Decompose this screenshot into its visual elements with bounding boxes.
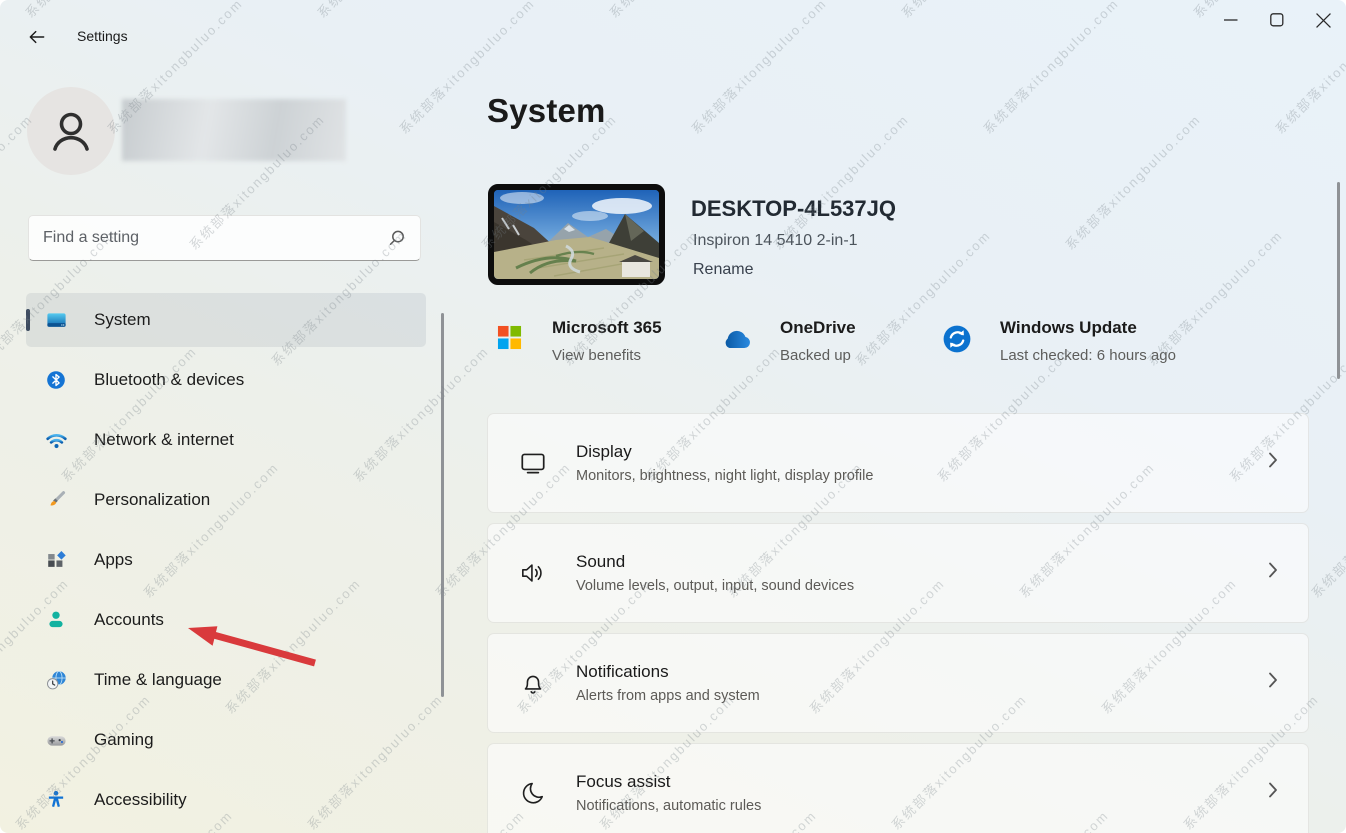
microsoft-365-badge[interactable]: Microsoft 365 View benefits xyxy=(497,318,662,364)
device-thumbnail xyxy=(488,184,665,285)
focus-assist-card[interactable]: Focus assist Notifications, automatic ru… xyxy=(487,743,1309,833)
apps-icon xyxy=(44,548,68,572)
sidebar-item-label: Time & language xyxy=(94,670,222,690)
device-model: Inspiron 14 5410 2-in-1 xyxy=(693,232,858,250)
sidebar-item-accessibility[interactable]: Accessibility xyxy=(26,773,426,827)
app-title: Settings xyxy=(77,28,128,44)
card-title: Sound xyxy=(576,552,854,572)
search-input[interactable] xyxy=(29,229,388,247)
device-name: DESKTOP-4L537JQ xyxy=(691,196,896,222)
avatar xyxy=(27,87,115,175)
bluetooth-icon xyxy=(44,368,68,392)
chevron-right-icon xyxy=(1268,562,1278,583)
badge-subtitle: Backed up xyxy=(780,347,856,364)
badge-title: Windows Update xyxy=(1000,318,1176,338)
sidebar-nav: System Bluetooth & devices Network & xyxy=(26,293,426,833)
card-title: Display xyxy=(576,442,873,462)
personalization-icon xyxy=(44,488,68,512)
sidebar-item-label: Gaming xyxy=(94,730,154,750)
onedrive-badge[interactable]: OneDrive Backed up xyxy=(718,318,856,364)
window-controls xyxy=(1208,0,1346,46)
network-icon xyxy=(44,428,68,452)
watermark-text: 系统部落xitongbuluo.com xyxy=(978,0,1122,138)
close-icon xyxy=(1316,13,1331,28)
sidebar-item-label: Network & internet xyxy=(94,430,234,450)
watermark-text: 系统部落xitongbuluo.com xyxy=(20,0,164,22)
watermark-text: 系统部落xitongbuluo.com xyxy=(312,0,456,22)
watermark-text: 系统部落xitongbuluo.com xyxy=(1306,457,1346,601)
notifications-card[interactable]: Notifications Alerts from apps and syste… xyxy=(487,633,1309,733)
badge-subtitle: Last checked: 6 hours ago xyxy=(1000,347,1176,364)
accounts-icon xyxy=(44,608,68,632)
display-card[interactable]: Display Monitors, brightness, night ligh… xyxy=(487,413,1309,513)
card-subtitle: Notifications, automatic rules xyxy=(576,798,761,814)
chevron-right-icon xyxy=(1268,452,1278,473)
sidebar-scrollbar[interactable] xyxy=(441,313,444,697)
settings-window: Settings xyxy=(0,0,1346,833)
card-subtitle: Monitors, brightness, night light, displ… xyxy=(576,468,873,484)
watermark-text: 系统部落xitongbuluo.com xyxy=(896,0,1040,22)
sound-card[interactable]: Sound Volume levels, output, input, soun… xyxy=(487,523,1309,623)
sidebar-item-network-internet[interactable]: Network & internet xyxy=(26,413,426,467)
card-title: Focus assist xyxy=(576,772,761,792)
page-title: System xyxy=(487,92,606,130)
sidebar-item-bluetooth-devices[interactable]: Bluetooth & devices xyxy=(26,353,426,407)
badge-title: Microsoft 365 xyxy=(552,318,662,338)
microsoft-365-icon xyxy=(497,325,522,350)
system-icon xyxy=(44,308,68,332)
back-arrow-icon xyxy=(27,27,47,47)
watermark-text: 系统部落xitongbuluo.com xyxy=(604,0,748,22)
back-button[interactable] xyxy=(24,24,50,50)
chevron-right-icon xyxy=(1268,782,1278,803)
minimize-button[interactable] xyxy=(1208,0,1254,40)
card-subtitle: Volume levels, output, input, sound devi… xyxy=(576,578,854,594)
watermark-text: 系统部落xitongbuluo.com xyxy=(1060,109,1204,253)
sidebar-item-label: Accessibility xyxy=(94,790,187,810)
time-language-icon xyxy=(44,668,68,692)
card-title: Notifications xyxy=(576,662,760,682)
sidebar-item-label: Bluetooth & devices xyxy=(94,370,244,390)
sound-icon xyxy=(518,558,548,588)
chevron-right-icon xyxy=(1268,672,1278,693)
user-name-redacted xyxy=(122,99,346,161)
close-button[interactable] xyxy=(1300,0,1346,40)
maximize-button[interactable] xyxy=(1254,0,1300,40)
windows-update-icon xyxy=(942,324,972,354)
sidebar-item-system[interactable]: System xyxy=(26,293,426,347)
display-icon xyxy=(518,448,548,478)
badge-subtitle: View benefits xyxy=(552,347,662,364)
sidebar-item-label: System xyxy=(94,310,151,330)
notifications-icon xyxy=(518,668,548,698)
search-box xyxy=(28,215,421,261)
minimize-icon xyxy=(1224,13,1238,27)
sidebar-item-time-language[interactable]: Time & language xyxy=(26,653,426,707)
sidebar-item-personalization[interactable]: Personalization xyxy=(26,473,426,527)
landscape-image xyxy=(494,190,659,279)
gaming-icon xyxy=(44,728,68,752)
sidebar-item-accounts[interactable]: Accounts xyxy=(26,593,426,647)
focus-assist-icon xyxy=(518,778,548,808)
rename-button[interactable]: Rename xyxy=(693,261,753,279)
person-icon xyxy=(44,104,98,158)
sidebar-item-label: Accounts xyxy=(94,610,164,630)
onedrive-icon xyxy=(718,327,754,351)
maximize-icon xyxy=(1270,13,1284,27)
sidebar-item-gaming[interactable]: Gaming xyxy=(26,713,426,767)
search-icon xyxy=(388,229,406,247)
badge-title: OneDrive xyxy=(780,318,856,338)
sidebar-item-label: Personalization xyxy=(94,490,210,510)
watermark-text: 系统部落xitongbuluo.com xyxy=(686,0,830,138)
main-scrollbar[interactable] xyxy=(1337,182,1340,379)
accessibility-icon xyxy=(44,788,68,812)
sidebar-item-label: Apps xyxy=(94,550,133,570)
sidebar-item-apps[interactable]: Apps xyxy=(26,533,426,587)
card-subtitle: Alerts from apps and system xyxy=(576,688,760,704)
windows-update-badge[interactable]: Windows Update Last checked: 6 hours ago xyxy=(942,318,1176,364)
